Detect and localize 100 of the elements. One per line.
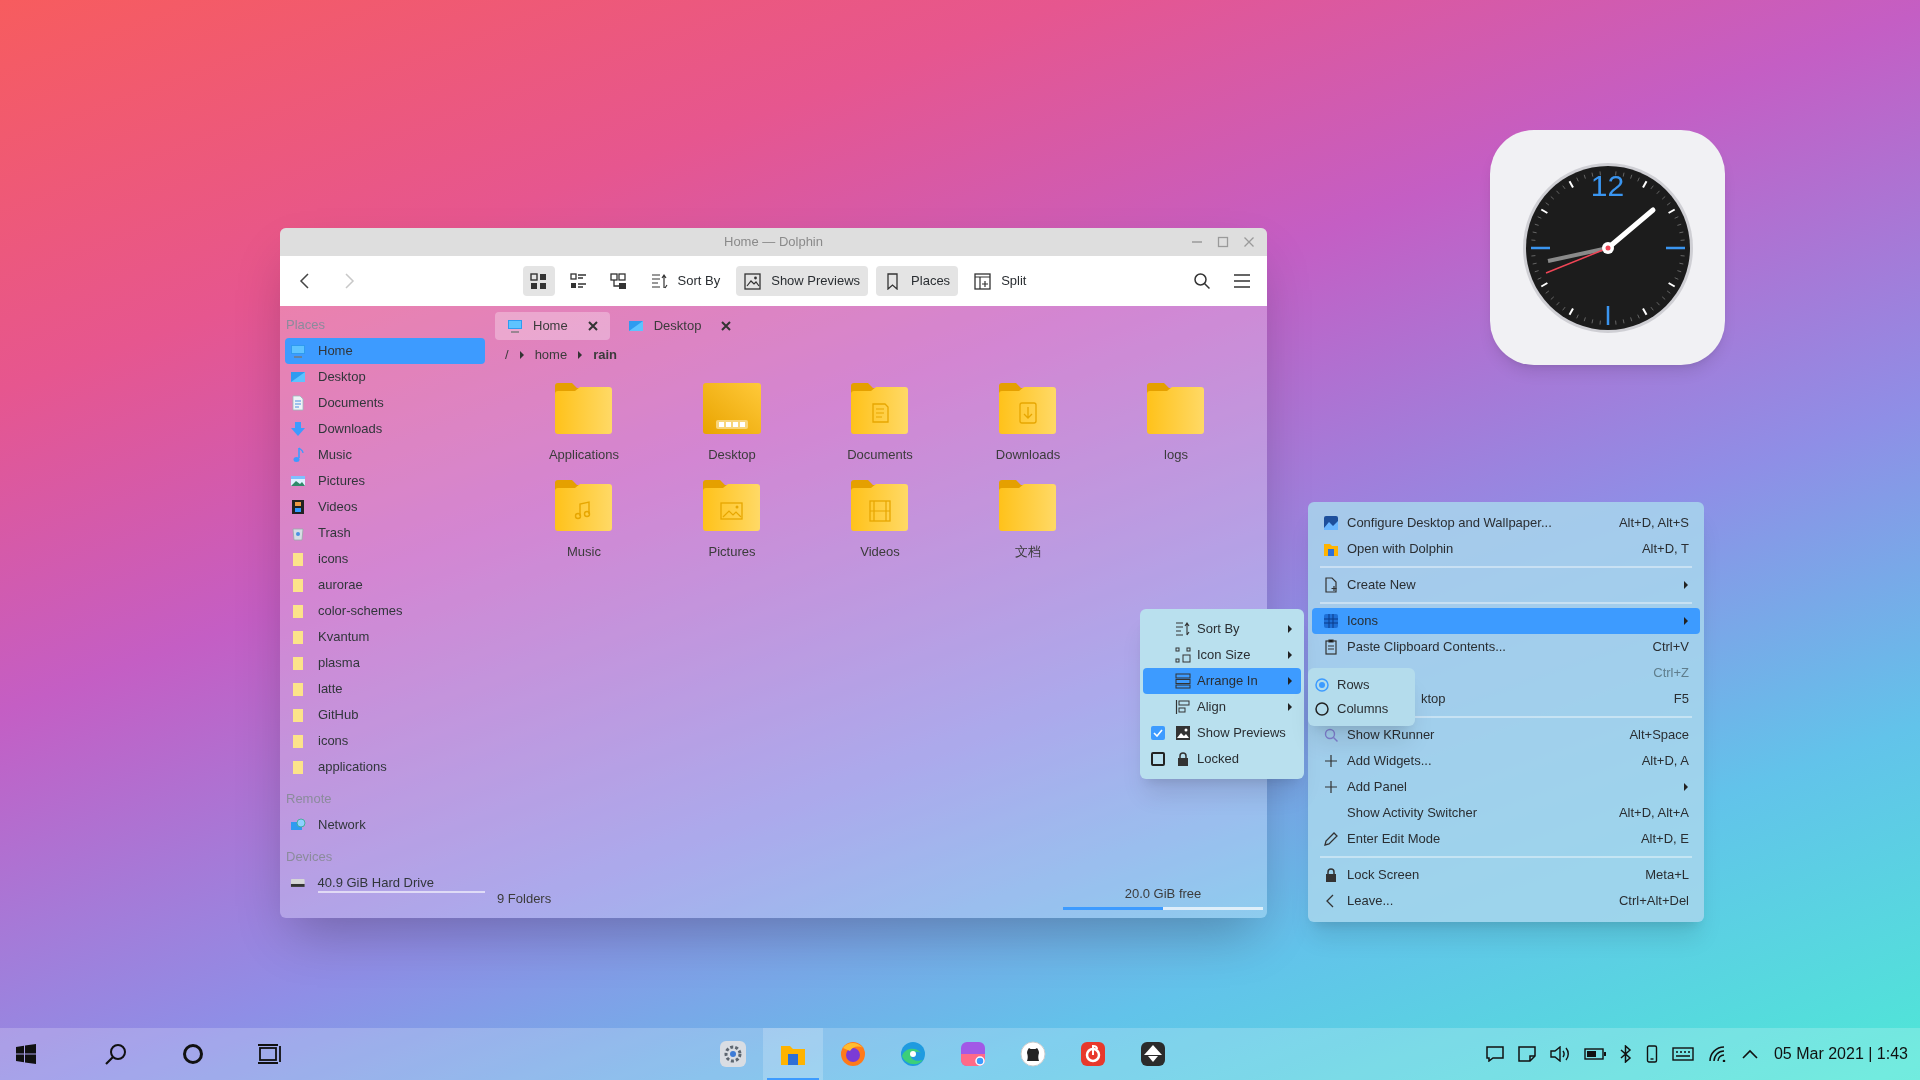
lock-icon — [1323, 867, 1339, 883]
toolbar-button[interactable]: Split — [966, 266, 1035, 296]
menu-item[interactable]: Show Activity Switcher Alt+D, Alt+A — [1312, 800, 1700, 826]
radio-option[interactable]: Rows — [1311, 673, 1412, 697]
monitor-icon — [290, 343, 306, 359]
close-icon[interactable] — [721, 321, 732, 331]
trash-icon — [290, 525, 306, 541]
sidebar-item[interactable]: Music — [285, 442, 485, 468]
sidebar-item[interactable]: Kvantum — [285, 624, 485, 650]
file-name[interactable]: Desktop — [708, 445, 756, 465]
network-icon — [290, 817, 306, 833]
sidebar-item[interactable]: icons — [285, 728, 485, 754]
menu-item[interactable]: Arrange In — [1143, 668, 1301, 694]
task-view-icon[interactable] — [256, 1043, 283, 1065]
file-name[interactable]: Music — [567, 541, 601, 561]
sidebar-item[interactable]: latte — [285, 676, 485, 702]
pictures-folder-icon — [701, 478, 763, 532]
sidebar-item[interactable]: Trash — [285, 520, 485, 546]
menu-item[interactable]: Configure Desktop and Wallpaper... Alt+D, Alt+S — [1312, 510, 1700, 536]
details-view-icon — [610, 272, 628, 290]
message-icon[interactable] — [1485, 1046, 1504, 1062]
menu-item[interactable]: Show KRunner Alt+Space — [1312, 722, 1700, 748]
menu-item[interactable]: Add Panel — [1312, 774, 1700, 800]
caret-right-icon[interactable] — [577, 350, 584, 360]
menu-item[interactable]: Align — [1143, 694, 1301, 720]
file-name[interactable]: Videos — [860, 541, 900, 561]
file-name[interactable]: 文档 — [1015, 541, 1041, 561]
radio-button[interactable] — [1315, 702, 1329, 716]
file-name[interactable]: Documents — [847, 445, 913, 465]
film-icon — [290, 499, 306, 515]
sidebar-item[interactable]: GitHub — [285, 702, 485, 728]
sidebar-item[interactable]: Downloads — [285, 416, 485, 442]
bluetooth-icon[interactable] — [1619, 1045, 1632, 1063]
phone-icon[interactable] — [1645, 1045, 1658, 1063]
menu-item[interactable]: Show Previews — [1143, 720, 1301, 746]
menu-item[interactable]: Create New — [1312, 572, 1700, 598]
wifi-icon[interactable] — [1707, 1046, 1728, 1062]
sidebar-item[interactable]: Pictures — [285, 468, 485, 494]
sidebar-item[interactable]: Documents — [285, 390, 485, 416]
desktop-icon — [290, 369, 306, 385]
sidebar-item[interactable]: Network — [285, 812, 485, 838]
radio-option[interactable]: Columns — [1311, 697, 1412, 721]
folder-icon — [290, 551, 306, 567]
menu-icon[interactable] — [1233, 273, 1251, 289]
sidebar-item[interactable]: 40.9 GiB Hard Drive — [285, 870, 485, 896]
tab[interactable]: Home — [495, 312, 610, 340]
menu-item[interactable]: Paste Clipboard Contents... Ctrl+V — [1312, 634, 1700, 660]
toolbar-button[interactable]: Show Previews — [736, 266, 869, 296]
sidebar-item[interactable]: plasma — [285, 650, 485, 676]
close-icon[interactable] — [587, 321, 598, 331]
folder-icon — [290, 733, 306, 749]
search-icon[interactable] — [1193, 272, 1211, 290]
taskbar-clock[interactable]: 05 Mar 2021 | 1:43 — [1773, 1042, 1908, 1066]
menu-item[interactable]: Open with Dolphin Alt+D, T — [1312, 536, 1700, 562]
menu-item[interactable]: Leave... Ctrl+Alt+Del — [1312, 888, 1700, 914]
menu-item[interactable]: Locked — [1143, 746, 1301, 772]
file-name[interactable]: logs — [1164, 445, 1188, 465]
sidebar-item[interactable]: icons — [285, 546, 485, 572]
sidebar-item[interactable]: Videos — [285, 494, 485, 520]
free-space-text: 20.0 GiB free — [1124, 884, 1202, 903]
view-mode-button[interactable] — [522, 266, 555, 296]
wallpaper-icon — [1323, 515, 1339, 531]
menu-item[interactable]: Enter Edit Mode Alt+D, E — [1312, 826, 1700, 852]
search-icon[interactable] — [104, 1043, 127, 1065]
volume-icon[interactable] — [1549, 1046, 1570, 1062]
file-name[interactable]: Pictures — [708, 541, 756, 561]
menu-item[interactable]: Icons — [1312, 608, 1700, 634]
circle-icon[interactable] — [181, 1043, 204, 1065]
folder-icon — [290, 707, 306, 723]
lock-icon — [1175, 751, 1191, 767]
sidebar-item[interactable]: Desktop — [285, 364, 485, 390]
sidebar-item[interactable]: applications — [285, 754, 485, 780]
radio-button[interactable] — [1315, 678, 1329, 692]
toolbar-button[interactable]: Sort By — [642, 266, 729, 296]
checkbox[interactable] — [1151, 726, 1165, 740]
breadcrumb-item[interactable]: home — [534, 345, 568, 365]
menu-item[interactable]: Add Widgets... Alt+D, A — [1312, 748, 1700, 774]
app-icon — [1139, 1040, 1167, 1068]
caret-right-icon[interactable] — [518, 350, 525, 360]
align-icon — [1175, 699, 1191, 715]
sidebar-item[interactable]: color-schemes — [285, 598, 485, 624]
file-name[interactable]: Applications — [548, 445, 620, 465]
breadcrumb-item[interactable]: rain — [593, 345, 617, 365]
breadcrumb-item[interactable]: / — [505, 345, 509, 365]
check-icon — [1153, 729, 1163, 737]
checkbox[interactable] — [1151, 752, 1165, 766]
menu-item[interactable]: Icon Size — [1143, 642, 1301, 668]
menu-item[interactable]: Sort By — [1143, 616, 1301, 642]
tab[interactable]: Desktop — [615, 312, 744, 340]
caret-up-icon[interactable] — [1741, 1049, 1758, 1059]
keyboard-icon[interactable] — [1671, 1047, 1694, 1061]
sidebar-item[interactable]: Home — [285, 338, 485, 364]
battery-icon[interactable] — [1583, 1048, 1606, 1060]
start-icon[interactable] — [16, 1044, 36, 1064]
browser-icon — [839, 1040, 867, 1068]
file-name[interactable]: Downloads — [995, 445, 1061, 465]
toolbar-button[interactable]: Places — [876, 266, 959, 296]
sidebar-item[interactable]: aurorae — [285, 572, 485, 598]
note-icon[interactable] — [1517, 1046, 1536, 1062]
menu-item[interactable]: Lock Screen Meta+L — [1312, 862, 1700, 888]
